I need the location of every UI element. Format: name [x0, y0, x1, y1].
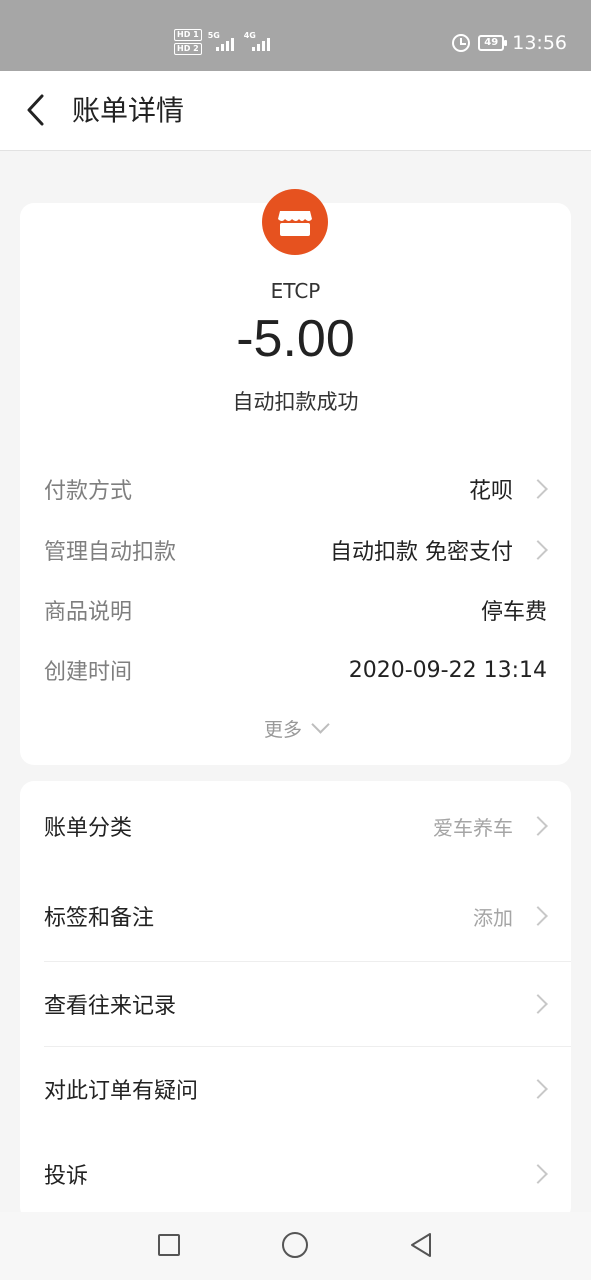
back-button[interactable]	[22, 91, 52, 129]
more-label: 更多	[263, 719, 302, 741]
home-circle-icon[interactable]	[282, 1232, 308, 1258]
page-title: 账单详情	[72, 94, 185, 127]
alarm-icon	[452, 34, 471, 52]
payment-method-row[interactable]: 付款方式 花呗	[44, 469, 548, 509]
chevron-right-icon	[528, 816, 548, 836]
battery-icon: 49	[478, 35, 508, 51]
status-right: 49 13:56	[452, 28, 567, 58]
system-nav-bar	[0, 1212, 591, 1280]
order-question-label: 对此订单有疑问	[44, 1079, 199, 1104]
merchant-logo	[262, 189, 328, 255]
complaint-label: 投诉	[44, 1164, 89, 1189]
chevron-right-icon	[528, 1164, 548, 1184]
status-bar: HD 1 HD 2 5G 4G 49 13:56	[0, 0, 591, 71]
history-label: 查看往来记录	[44, 994, 177, 1019]
chevron-right-icon	[528, 994, 548, 1014]
merchant-name: ETCP	[270, 279, 321, 303]
chevron-left-icon	[27, 94, 44, 126]
signal-indicators: HD 1 HD 2 5G 4G	[174, 27, 274, 57]
recents-square-icon[interactable]	[158, 1234, 180, 1256]
payment-method-value: 花呗	[468, 479, 513, 504]
app-header: 账单详情	[0, 71, 591, 151]
signal-5g-icon: 5G	[208, 31, 238, 53]
bill-actions-card: 账单分类 爱车养车 标签和备注 添加 查看往来记录 对此订单有疑问 投诉	[20, 781, 571, 1221]
created-time-label: 创建时间	[44, 660, 133, 685]
more-button[interactable]: 更多	[20, 715, 571, 742]
chevron-right-icon	[528, 479, 548, 499]
created-time-value: 2020-09-22 13:14	[348, 657, 547, 683]
product-desc-label: 商品说明	[44, 600, 133, 625]
clock: 13:56	[512, 32, 567, 54]
tags-notes-label: 标签和备注	[44, 906, 155, 931]
bill-category-label: 账单分类	[44, 816, 133, 841]
tags-notes-row[interactable]: 标签和备注 添加	[44, 874, 548, 958]
back-triangle-icon[interactable]	[406, 1230, 436, 1260]
history-row[interactable]: 查看往来记录	[44, 962, 548, 1046]
product-desc-value: 停车费	[480, 600, 547, 625]
product-desc-row: 商品说明 停车费	[44, 590, 547, 630]
chevron-right-icon	[528, 906, 548, 926]
hd2-badge: HD 2	[174, 43, 202, 55]
tags-notes-value: 添加	[473, 905, 513, 930]
signal-4g-icon: 4G	[244, 31, 274, 53]
bill-summary-card: ETCP -5.00 自动扣款成功 付款方式 花呗 管理自动扣款 自动扣款 免密…	[20, 189, 571, 765]
chevron-right-icon	[528, 540, 548, 560]
manage-autopay-label: 管理自动扣款	[44, 540, 177, 565]
hd1-badge: HD 1	[174, 29, 202, 41]
chevron-right-icon	[528, 1079, 548, 1099]
created-time-row: 创建时间 2020-09-22 13:14	[44, 650, 547, 690]
bill-category-value: 爱车养车	[433, 815, 513, 840]
chevron-down-icon	[311, 715, 330, 734]
bill-amount: -5.00	[236, 310, 355, 368]
shop-icon	[278, 211, 312, 236]
order-question-row[interactable]: 对此订单有疑问	[44, 1047, 548, 1131]
payment-method-label: 付款方式	[44, 479, 133, 504]
bill-status: 自动扣款成功	[232, 390, 359, 414]
complaint-row[interactable]: 投诉	[44, 1132, 548, 1216]
hd-badges: HD 1 HD 2	[174, 29, 202, 55]
bill-category-row[interactable]: 账单分类 爱车养车	[44, 784, 548, 868]
manage-autopay-row[interactable]: 管理自动扣款 自动扣款 免密支付	[44, 530, 548, 570]
manage-autopay-value: 自动扣款 免密支付	[330, 540, 513, 565]
